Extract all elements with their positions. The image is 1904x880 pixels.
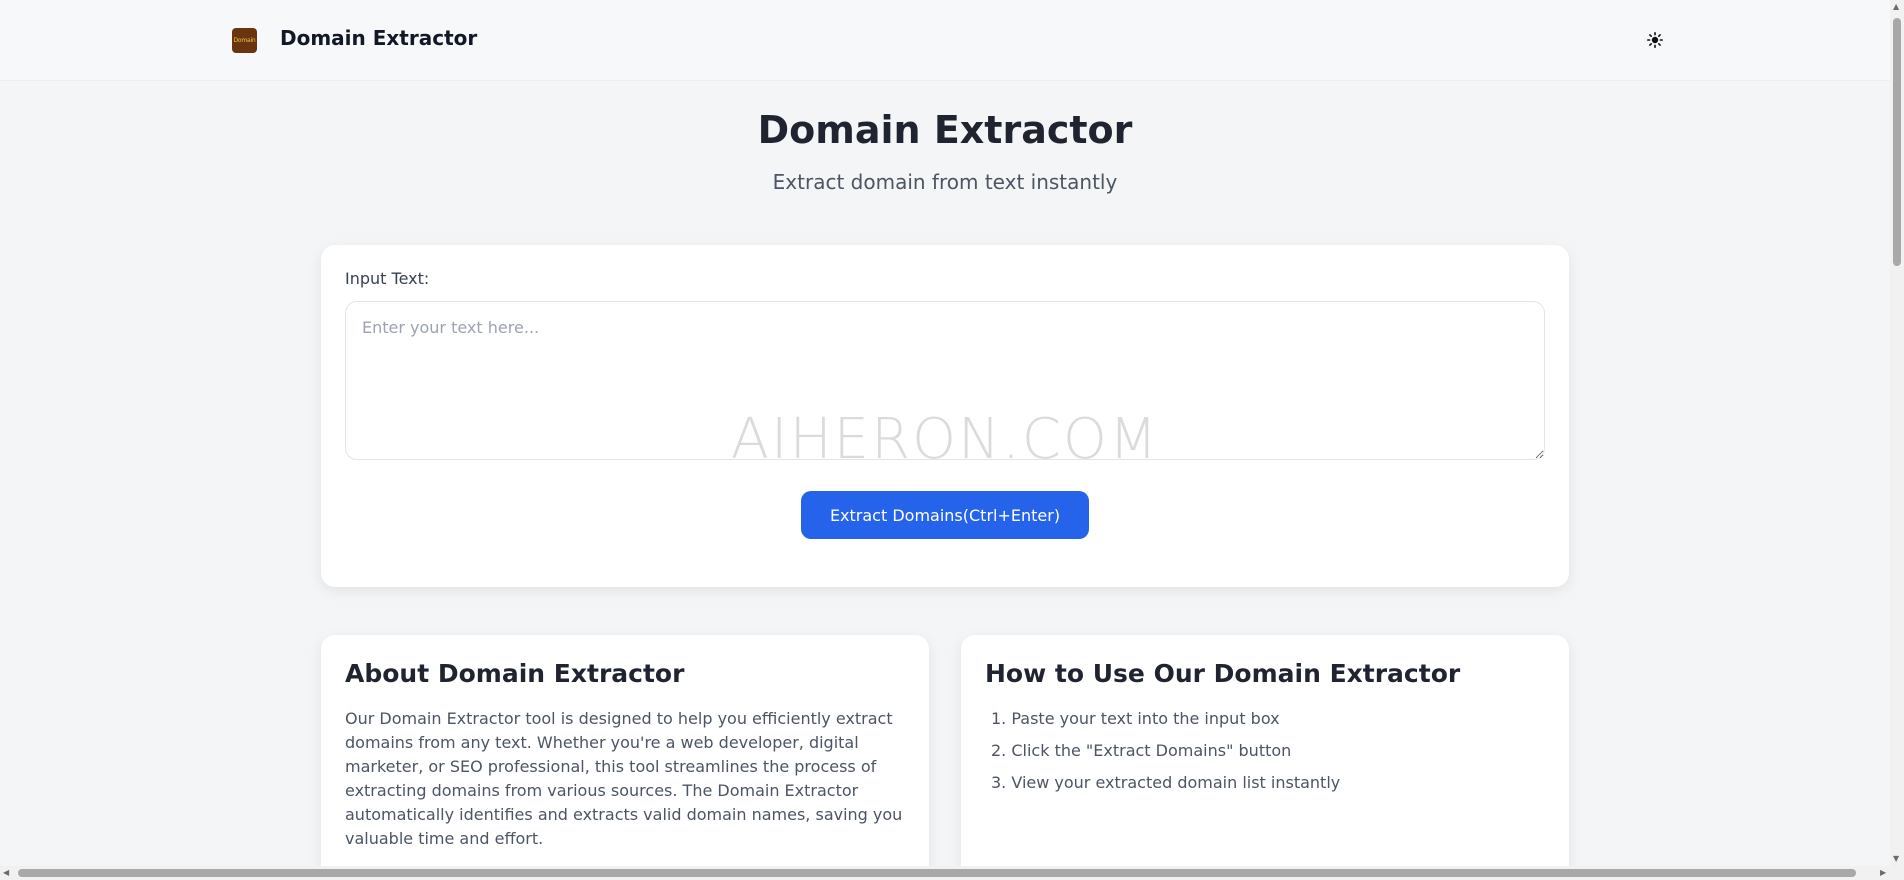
brand-title[interactable]: Domain Extractor [280,26,477,50]
page-title: Domain Extractor [757,108,1133,152]
vertical-scrollbar[interactable]: ▲ ▼ [1890,0,1904,866]
horizontal-scrollbar[interactable]: ◀ ▶ [0,866,1904,880]
site-header: Domain Domain Extractor [0,0,1890,81]
theme-toggle-button[interactable] [1643,28,1667,52]
input-card: Input Text: AIHERON.COM Extract Domains(… [321,245,1569,587]
scroll-left-icon[interactable]: ◀ [3,866,9,880]
input-textarea[interactable] [345,301,1545,460]
horizontal-scroll-thumb[interactable] [18,869,1856,877]
howto-title: How to Use Our Domain Extractor [985,659,1461,688]
page: Domain Domain Extractor Domain Extractor… [0,0,1904,880]
list-item: 2. Click the "Extract Domains" button [991,741,1292,760]
about-text: Our Domain Extractor tool is designed to… [345,709,903,848]
sun-icon [1647,32,1663,48]
howto-steps: 1. Paste your text into the input box 2.… [985,707,1549,803]
about-card: About Domain Extractor Our Domain Extrac… [321,635,929,880]
vertical-scroll-thumb[interactable] [1893,18,1901,266]
howto-card: How to Use Our Domain Extractor 1. Paste… [961,635,1569,880]
logo-icon[interactable]: Domain [232,28,257,53]
scroll-down-icon[interactable]: ▼ [1893,852,1899,866]
extract-domains-button[interactable]: Extract Domains(Ctrl+Enter) [801,491,1089,539]
list-item: 3. View your extracted domain list insta… [991,773,1341,792]
about-title: About Domain Extractor [345,659,685,688]
scroll-right-icon[interactable]: ▶ [1880,866,1886,880]
input-text-label: Input Text: [345,269,430,288]
scroll-up-icon[interactable]: ▲ [1893,0,1899,14]
page-subtitle: Extract domain from text instantly [772,170,1118,194]
list-item: 1. Paste your text into the input box [991,709,1280,728]
